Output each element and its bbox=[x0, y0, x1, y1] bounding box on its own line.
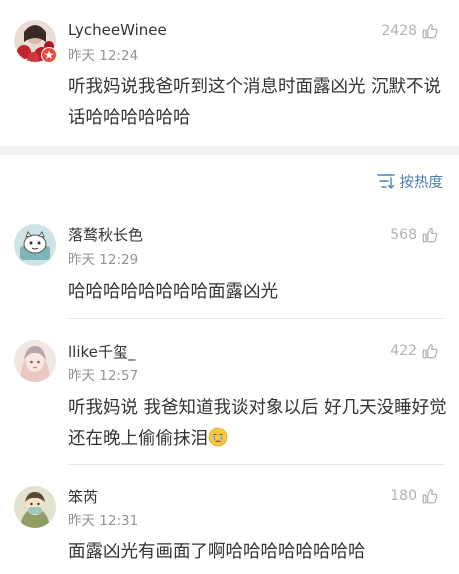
comment-text: 听我妈说 我爸知道我谈对象以后 好几天没睡好觉 还在晚上偷偷抹泪 bbox=[68, 393, 448, 455]
like-button[interactable]: 422 bbox=[390, 340, 439, 362]
thumbs-up-icon bbox=[421, 342, 439, 360]
user-avatar[interactable] bbox=[14, 340, 56, 382]
username[interactable]: 落鹜秋长色 bbox=[68, 224, 143, 245]
like-count: 2428 bbox=[381, 23, 417, 39]
sort-button[interactable]: 按热度 bbox=[376, 170, 444, 192]
like-button[interactable]: 568 bbox=[390, 224, 439, 246]
comment-divider bbox=[68, 318, 445, 319]
comment-text: 面露凶光有画面了啊哈哈哈哈哈哈哈哈 bbox=[68, 542, 366, 562]
thumbs-up-icon bbox=[421, 487, 439, 505]
comments-page: LycheeWinee 昨天 12:24 2428 听我妈说我爸听到这个消息时面… bbox=[0, 0, 459, 574]
username[interactable]: llike千玺_ bbox=[68, 341, 135, 362]
sort-label: 按热度 bbox=[399, 174, 444, 191]
username[interactable]: 笨芮 bbox=[68, 486, 98, 507]
section-divider bbox=[0, 146, 459, 155]
comment-time: 昨天 12:57 bbox=[68, 368, 139, 384]
comment-time: 昨天 12:29 bbox=[68, 252, 139, 268]
comment-text-content: 听我妈说 我爸知道我谈对象以后 好几天没睡好觉 还在晚上偷偷抹泪 bbox=[68, 398, 447, 449]
comment-time: 昨天 12:24 bbox=[68, 48, 139, 64]
comment-text: 哈哈哈哈哈哈哈哈面露凶光 bbox=[68, 282, 278, 302]
like-button[interactable]: 2428 bbox=[381, 20, 439, 42]
username[interactable]: LycheeWinee bbox=[68, 21, 167, 39]
like-count: 568 bbox=[390, 227, 417, 243]
verified-star-badge-icon bbox=[41, 47, 57, 63]
thumbs-up-icon bbox=[421, 226, 439, 244]
like-button[interactable]: 180 bbox=[390, 485, 439, 507]
user-avatar[interactable] bbox=[14, 224, 56, 266]
thumbs-up-icon bbox=[421, 22, 439, 40]
like-count: 422 bbox=[390, 343, 417, 359]
user-avatar[interactable] bbox=[14, 486, 56, 528]
comment-divider bbox=[68, 464, 445, 465]
like-count: 180 bbox=[390, 488, 417, 504]
comment-text: 听我妈说我爸听到这个消息时面露凶光 沉默不说话哈哈哈哈哈哈 bbox=[68, 77, 442, 128]
crying-face-emoji bbox=[208, 427, 228, 447]
comment-time: 昨天 12:31 bbox=[68, 513, 139, 529]
sort-icon bbox=[376, 173, 395, 189]
